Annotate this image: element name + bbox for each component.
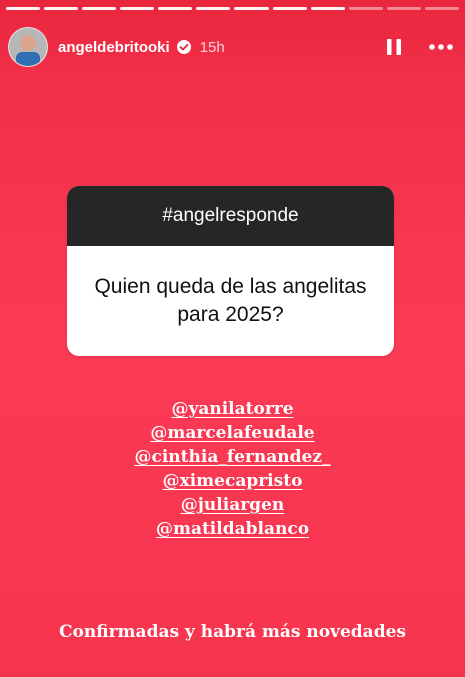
progress-segment: [120, 7, 155, 10]
story-caption: Confirmadas y habrá más novedades: [59, 622, 406, 642]
progress-segment: [348, 7, 383, 10]
question-text: Quien queda de las angelitas para 2025?: [94, 275, 367, 326]
post-time: 15h: [199, 38, 225, 56]
progress-segment: [386, 7, 421, 10]
story-header: angeldebritooki 15h: [8, 26, 455, 68]
question-sticker: #angelresponde Quien queda de las angeli…: [67, 186, 394, 356]
more-icon[interactable]: [427, 36, 455, 58]
progress-segment: [44, 7, 79, 10]
progress-segment: [310, 7, 345, 10]
progress-segment: [158, 7, 193, 10]
progress-segment: [234, 7, 269, 10]
mention-link[interactable]: @marcelafeudale: [150, 421, 314, 445]
verified-badge-icon: [176, 39, 192, 55]
progress-segment: [272, 7, 307, 10]
mention-link[interactable]: @matildablanco: [156, 517, 309, 541]
progress-segment: [6, 7, 41, 10]
mention-link[interactable]: @juliargen: [181, 493, 284, 517]
mention-link[interactable]: @cinthia_fernandez_: [134, 445, 330, 469]
pause-icon[interactable]: [383, 36, 405, 58]
mention-link[interactable]: @yanilatorre: [171, 397, 293, 421]
progress-segment: [196, 7, 231, 10]
story-viewer[interactable]: angeldebritooki 15h #angelresponde Quien: [0, 0, 465, 677]
story-progress-bar: [6, 7, 459, 10]
progress-segment: [82, 7, 117, 10]
avatar[interactable]: [8, 27, 48, 67]
mention-link[interactable]: @ximecapristo: [163, 469, 303, 493]
progress-segment: [424, 7, 459, 10]
mentions-list: @yanilatorre @marcelafeudale @cinthia_fe…: [0, 397, 465, 541]
question-header: #angelresponde: [67, 186, 394, 246]
username[interactable]: angeldebritooki: [58, 39, 170, 56]
